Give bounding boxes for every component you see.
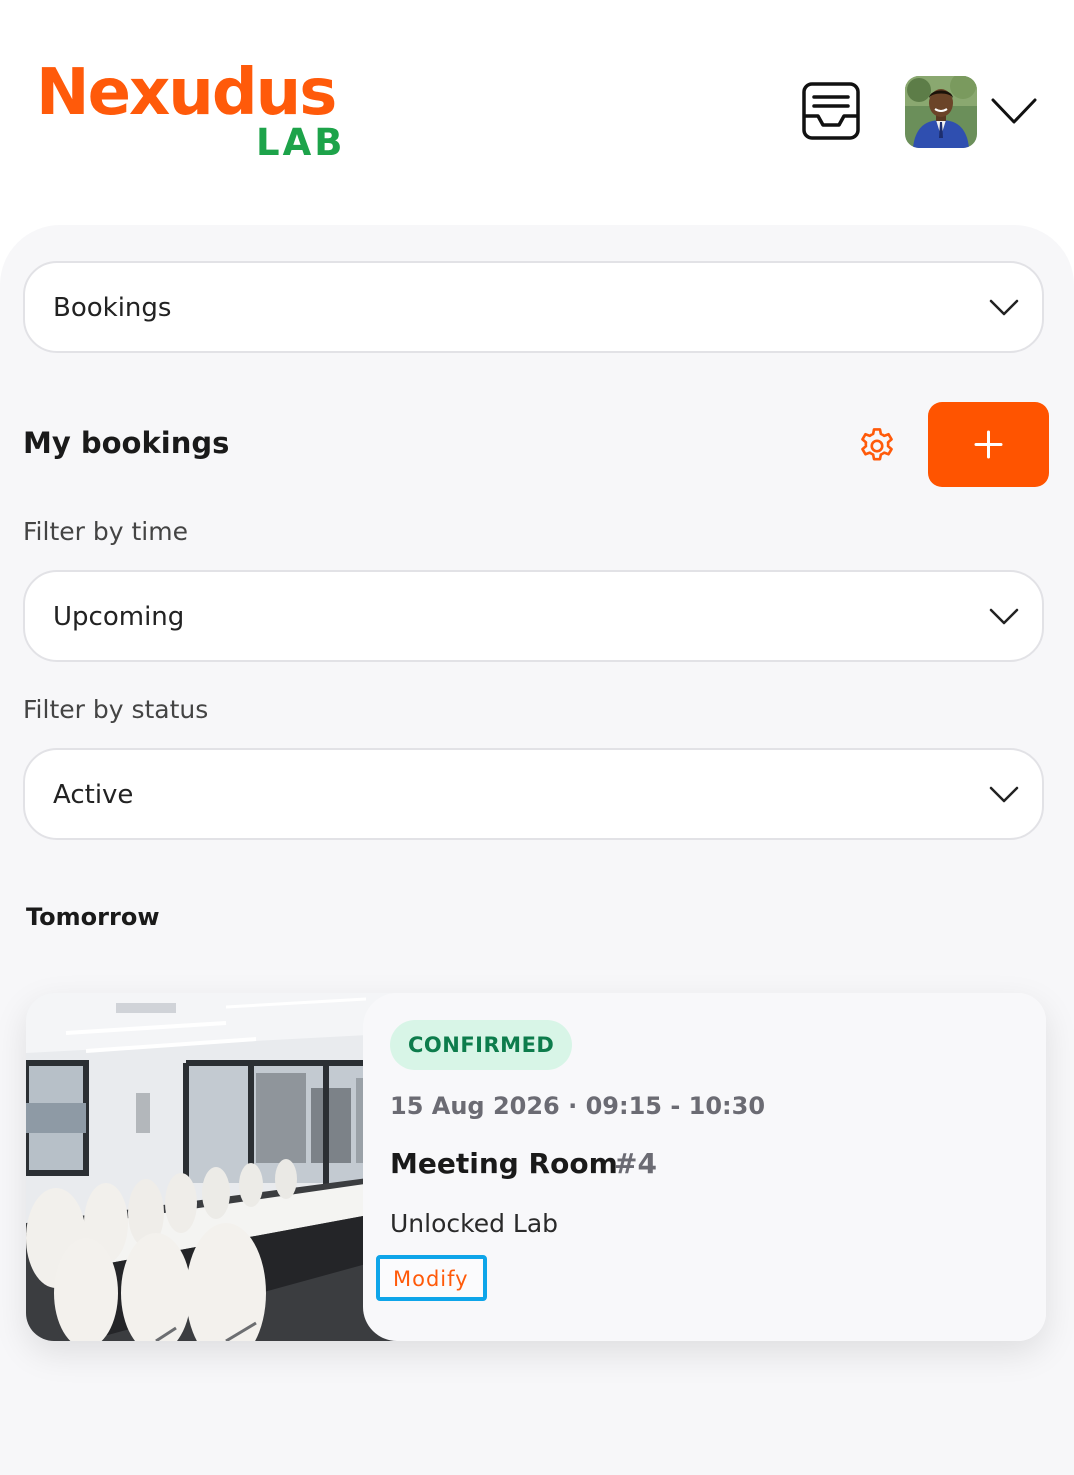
filter-time-select[interactable]: Upcoming <box>23 570 1044 662</box>
section-select[interactable]: Bookings <box>23 261 1044 353</box>
modify-booking-button[interactable]: Modify <box>376 1255 487 1301</box>
filter-status-value: Active <box>53 780 134 810</box>
plus-icon <box>974 430 1003 459</box>
meeting-room-photo <box>26 993 406 1341</box>
add-booking-button[interactable] <box>928 402 1049 487</box>
logo-sub-wordmark: LAB <box>256 121 346 164</box>
main-content: Bookings My bookings Filter by time Upco… <box>0 225 1074 1475</box>
account-menu-toggle[interactable] <box>990 94 1038 128</box>
booking-location: Unlocked Lab <box>390 1209 559 1238</box>
booking-card-details: CONFIRMED 15 Aug 2026 · 09:15 - 10:30 Me… <box>363 993 1046 1341</box>
filter-time-value: Upcoming <box>53 602 185 632</box>
gear-icon <box>861 428 893 461</box>
filter-time-label: Filter by time <box>23 517 188 546</box>
booking-settings-button[interactable] <box>856 425 898 467</box>
status-badge: CONFIRMED <box>390 1020 573 1070</box>
booking-card[interactable]: CONFIRMED 15 Aug 2026 · 09:15 - 10:30 Me… <box>26 993 1046 1341</box>
nexudus-lab-logo[interactable]: Nexudus LAB <box>36 58 356 168</box>
filter-status-label: Filter by status <box>23 695 209 724</box>
modify-button-label: Modify <box>393 1267 469 1291</box>
inbox-icon <box>802 82 860 140</box>
avatar-photo <box>905 76 977 148</box>
booking-datetime: 15 Aug 2026 · 09:15 - 10:30 <box>390 1092 766 1120</box>
app-header: Nexudus LAB <box>0 0 1074 225</box>
filter-status-select[interactable]: Active <box>23 748 1044 840</box>
my-bookings-title: My bookings <box>23 426 230 460</box>
user-avatar[interactable] <box>905 76 977 148</box>
section-select-value: Bookings <box>53 293 172 323</box>
booking-resource-number: #4 <box>614 1147 657 1180</box>
booking-group-title: Tomorrow <box>26 903 160 931</box>
booking-resource-name: Meeting Room <box>390 1147 618 1180</box>
inbox-button[interactable] <box>800 80 862 142</box>
chevron-down-icon <box>989 608 1019 625</box>
chevron-down-icon <box>989 299 1019 316</box>
chevron-down-icon <box>991 98 1037 124</box>
chevron-down-icon <box>989 786 1019 803</box>
logo-wordmark: Nexudus <box>36 56 337 130</box>
